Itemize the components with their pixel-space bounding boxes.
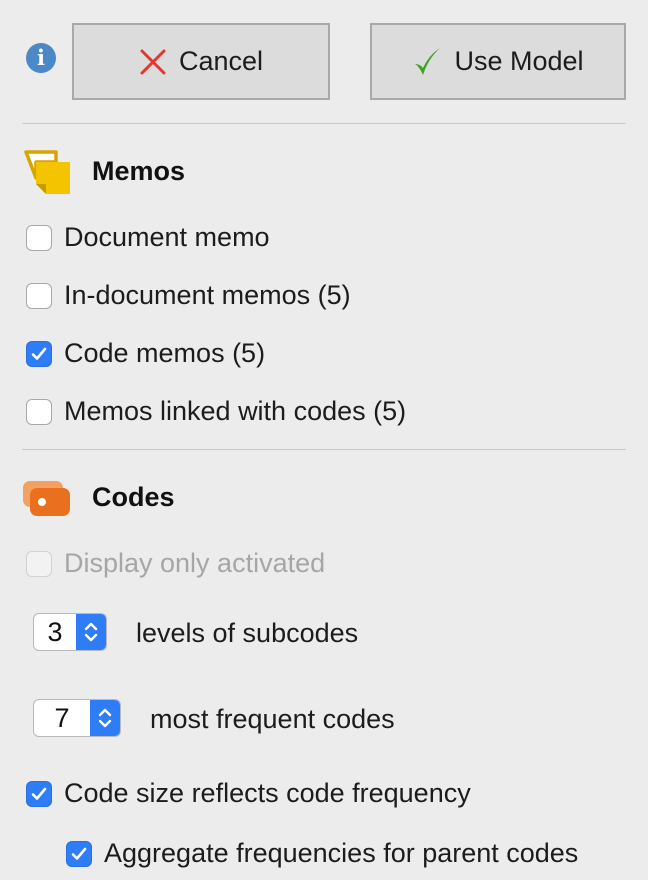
memo-icon — [22, 148, 72, 201]
in-document-memos-checkbox[interactable] — [26, 282, 52, 309]
document-memo-checkbox[interactable] — [26, 224, 52, 251]
code-memos-checkbox-row[interactable]: Code memos (5) — [26, 338, 265, 369]
code-memos-checkbox[interactable] — [26, 340, 52, 367]
document-memo-label: Document memo — [64, 222, 270, 252]
most-frequent-codes-label: most frequent codes — [150, 704, 395, 734]
divider — [22, 449, 626, 450]
display-only-activated-checkbox — [26, 550, 52, 577]
code-icon — [22, 480, 72, 523]
chevron-up-down-icon — [98, 708, 112, 728]
codes-section-title: Codes — [92, 482, 175, 512]
memos-linked-with-codes-checkbox[interactable] — [26, 398, 52, 425]
cancel-button[interactable]: Cancel — [72, 23, 330, 100]
use-model-button[interactable]: Use Model — [370, 23, 626, 100]
code-size-reflects-frequency-checkbox-row[interactable]: Code size reflects code frequency — [26, 778, 471, 809]
cancel-button-label: Cancel — [178, 46, 264, 76]
aggregate-parent-frequencies-checkbox-row[interactable]: Aggregate frequencies for parent codes — [66, 838, 578, 869]
memos-section-title: Memos — [92, 156, 186, 186]
code-size-reflects-frequency-checkbox[interactable] — [26, 780, 52, 807]
stepper-arrows[interactable] — [76, 614, 106, 650]
display-only-activated-checkbox-row: Display only activated — [26, 548, 325, 579]
most-frequent-codes-value[interactable]: 7 — [34, 700, 90, 736]
memos-linked-with-codes-checkbox-row[interactable]: Memos linked with codes (5) — [26, 396, 406, 427]
use-model-button-label: Use Model — [454, 46, 584, 76]
chevron-up-down-icon — [84, 622, 98, 642]
checkmark-icon — [31, 347, 47, 360]
in-document-memos-label: In-document memos (5) — [64, 280, 351, 310]
checkmark-icon — [71, 847, 87, 860]
memos-linked-with-codes-label: Memos linked with codes (5) — [64, 396, 407, 426]
levels-of-subcodes-value[interactable]: 3 — [34, 614, 76, 650]
checkmark-icon — [415, 47, 441, 75]
code-memos-label: Code memos (5) — [64, 338, 266, 368]
levels-of-subcodes-label: levels of subcodes — [136, 618, 359, 648]
checkmark-icon — [31, 787, 47, 800]
info-icon[interactable]: i — [26, 43, 56, 73]
code-size-reflects-frequency-label: Code size reflects code frequency — [64, 778, 471, 808]
x-icon — [140, 49, 166, 74]
aggregate-parent-frequencies-checkbox[interactable] — [66, 840, 92, 867]
in-document-memos-checkbox-row[interactable]: In-document memos (5) — [26, 280, 351, 311]
levels-of-subcodes-stepper[interactable]: 3 — [33, 613, 107, 651]
most-frequent-codes-stepper[interactable]: 7 — [33, 699, 121, 737]
document-memo-checkbox-row[interactable]: Document memo — [26, 222, 270, 253]
aggregate-parent-frequencies-label: Aggregate frequencies for parent codes — [104, 838, 579, 868]
stepper-arrows[interactable] — [90, 700, 120, 736]
display-only-activated-label: Display only activated — [64, 548, 326, 578]
divider — [22, 123, 626, 124]
